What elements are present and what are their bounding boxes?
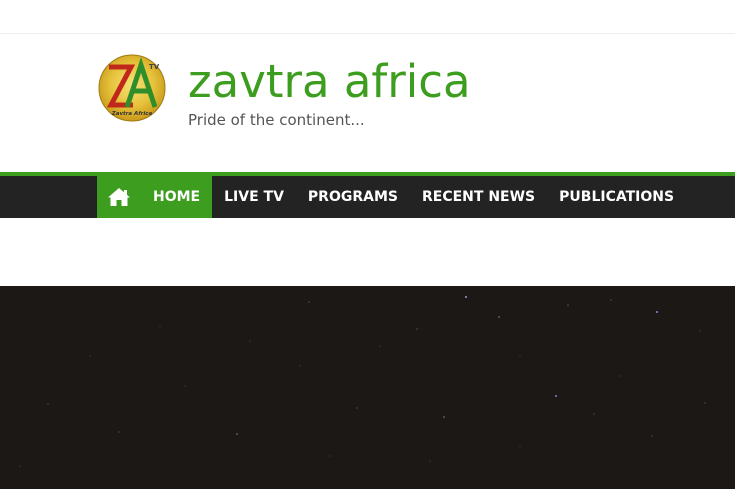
site-title[interactable]: zavtra africa xyxy=(188,54,471,110)
nav-item-publications[interactable]: PUBLICATIONS xyxy=(547,176,686,218)
site-header: TV Zavtra Africa zavtra africa Pride of … xyxy=(0,34,735,172)
logo-caption: Zavtra Africa xyxy=(111,111,153,117)
nav-item-home[interactable]: HOME xyxy=(140,176,213,218)
page: TV Zavtra Africa zavtra africa Pride of … xyxy=(0,0,735,489)
starfield-background xyxy=(19,296,706,467)
top-bar xyxy=(0,0,735,34)
main-navigation: HOME LIVE TV PROGRAMS RECENT NEWS PUBLIC… xyxy=(0,176,735,218)
home-icon-glyph xyxy=(107,188,130,206)
site-tagline: Pride of the continent... xyxy=(188,111,365,129)
logo-superscript: TV xyxy=(149,63,160,71)
nav-item-programs[interactable]: PROGRAMS xyxy=(296,176,410,218)
hero-banner xyxy=(0,286,735,489)
nav-item-live-tv[interactable]: LIVE TV xyxy=(212,176,296,218)
nav-item-recent-news[interactable]: RECENT NEWS xyxy=(410,176,547,218)
home-icon[interactable] xyxy=(97,176,140,218)
site-logo[interactable]: TV Zavtra Africa xyxy=(97,53,168,124)
nav-menu: HOME LIVE TV PROGRAMS RECENT NEWS PUBLIC… xyxy=(97,176,686,218)
